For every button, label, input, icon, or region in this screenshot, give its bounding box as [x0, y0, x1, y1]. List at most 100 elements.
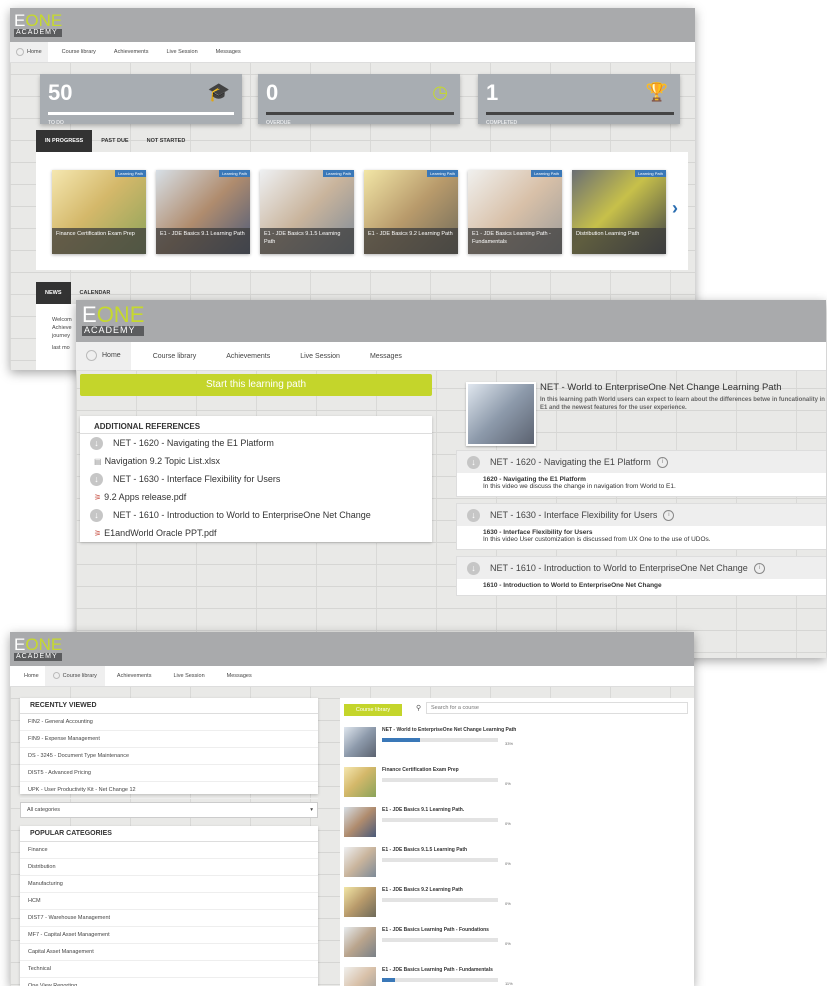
home-icon [86, 349, 97, 361]
course-thumbnail [344, 727, 376, 757]
progress-bar [382, 738, 498, 742]
header: EONE ACADEMY [10, 632, 694, 666]
info-icon[interactable]: i [656, 456, 668, 468]
course-thumbnail [344, 887, 376, 917]
tab-past-due[interactable]: PAST DUE [92, 130, 137, 152]
course-thumbnail [344, 927, 376, 957]
list-item[interactable]: DIST5 - Advanced Pricing [20, 765, 318, 782]
additional-references: ADDITIONAL REFERENCES ↓ NET - 1620 - Navi… [80, 416, 432, 542]
course-thumbnail [344, 767, 376, 797]
ref-file[interactable]: ▤ Navigation 9.2 Topic List.xlsx [80, 452, 432, 470]
ref-module[interactable]: ↓ NET - 1630 - Interface Flexibility for … [80, 470, 432, 488]
header: EONE ACADEMY [10, 8, 695, 42]
info-icon[interactable]: i [753, 562, 765, 574]
main-nav: Home Course library Achievements Live Se… [10, 42, 695, 63]
nav-achievements[interactable]: Achievements [226, 353, 270, 360]
course-thumbnail [344, 807, 376, 837]
progress-bar [382, 858, 498, 862]
list-item[interactable]: FIN2 - General Accounting [20, 714, 318, 731]
popular-categories: POPULAR CATEGORIES Finance Distribution … [20, 826, 318, 986]
course-thumbnail [344, 967, 376, 986]
course-row[interactable]: E1 - JDE Basics 9.2 Learning Path 0% [340, 882, 694, 923]
course-tile[interactable]: Learning Path Distribution Learning Path [572, 170, 666, 254]
nav-achievements[interactable]: Achievements [117, 673, 152, 679]
course-row[interactable]: E1 - JDE Basics Learning Path - Foundati… [340, 922, 694, 963]
search-input[interactable] [426, 702, 688, 714]
list-item[interactable]: DS - 3245 - Document Type Maintenance [20, 748, 318, 765]
stat-card-todo[interactable]: 50 🎓 TO DO [40, 74, 242, 126]
chevron-right-icon[interactable]: › [672, 198, 678, 219]
progress-bar [382, 898, 498, 902]
list-item[interactable]: Distribution [20, 859, 318, 876]
search-icon[interactable]: ⚲ [416, 704, 421, 712]
course-row[interactable]: Finance Certification Exam Prep 0% [340, 762, 694, 803]
nav-messages[interactable]: Messages [216, 49, 241, 55]
ref-file[interactable]: ⚞ E1andWorld Oracle PPT.pdf [80, 524, 432, 542]
nav-home[interactable]: Home [76, 342, 131, 370]
ref-module[interactable]: ↓ NET - 1610 - Introduction to World to E… [80, 506, 432, 524]
list-item[interactable]: Technical [20, 961, 318, 978]
spreadsheet-icon: ▤ [94, 456, 102, 466]
header: EONE ACADEMY [76, 300, 826, 342]
main-nav: Home Course library Achievements Live Se… [10, 666, 694, 687]
nav-live-session[interactable]: Live Session [173, 673, 204, 679]
library-icon [52, 672, 60, 680]
module-section[interactable]: ↓ NET - 1620 - Navigating the E1 Platform… [456, 450, 826, 497]
tab-course-library[interactable]: Course library [344, 704, 402, 716]
nav-messages[interactable]: Messages [227, 673, 252, 679]
course-tile[interactable]: Learning Path E1 - JDE Basics 9.1 Learni… [156, 170, 250, 254]
progress-bar [382, 978, 498, 982]
nav-live-session[interactable]: Live Session [166, 49, 197, 55]
list-item[interactable]: DIST7 - Warehouse Management [20, 910, 318, 927]
course-row[interactable]: E1 - JDE Basics Learning Path - Fundamen… [340, 962, 694, 986]
tab-in-progress[interactable]: IN PROGRESS [36, 130, 93, 152]
course-row[interactable]: NET - World to EnterpriseOne Net Change … [340, 722, 694, 763]
module-section[interactable]: ↓ NET - 1610 - Introduction to World to E… [456, 556, 826, 596]
main-nav: Home Course library Achievements Live Se… [76, 342, 826, 371]
download-icon: ↓ [467, 561, 480, 575]
start-learning-path-button[interactable]: Start this learning path [80, 374, 432, 396]
chevron-down-icon: ▾ [310, 807, 313, 813]
eone-academy-logo: EONE ACADEMY [82, 302, 145, 336]
course-thumbnail [344, 847, 376, 877]
nav-live-session[interactable]: Live Session [300, 353, 340, 360]
stat-card-completed[interactable]: 1 🏆 COMPLETED [478, 74, 680, 126]
tab-not-started[interactable]: NOT STARTED [138, 130, 195, 152]
progress-bar [382, 938, 498, 942]
ref-file[interactable]: ⚞ 9.2 Apps release.pdf [80, 488, 432, 506]
home-icon [16, 47, 24, 56]
nav-home[interactable]: Home [10, 673, 45, 679]
ref-module[interactable]: ↓ NET - 1620 - Navigating the E1 Platform [80, 434, 432, 452]
list-item[interactable]: Capital Asset Management [20, 944, 318, 961]
download-icon: ↓ [90, 436, 103, 450]
course-tile[interactable]: Learning Path E1 - JDE Basics 9.1.5 Lear… [260, 170, 354, 254]
list-item[interactable]: UPK - User Productivity Kit - Net Change… [20, 782, 318, 799]
nav-course-library[interactable]: Course library [153, 353, 197, 360]
stat-card-overdue[interactable]: 0 ◷ OVERDUE [258, 74, 460, 126]
list-item[interactable]: Manufacturing [20, 876, 318, 893]
course-row[interactable]: E1 - JDE Basics 9.1 Learning Path. 0% [340, 802, 694, 843]
course-tile[interactable]: Learning Path Finance Certification Exam… [52, 170, 146, 254]
tab-news[interactable]: NEWS [36, 282, 71, 304]
recently-viewed: RECENTLY VIEWED FIN2 - General Accountin… [20, 698, 318, 799]
nav-course-library[interactable]: Course library [44, 666, 105, 686]
category-select[interactable]: All categories ▾ [20, 802, 318, 818]
nav-messages[interactable]: Messages [370, 353, 402, 360]
learning-path-screenshot: EONE ACADEMY Home Course library Achieve… [76, 300, 826, 658]
course-row[interactable]: E1 - JDE Basics 9.1.5 Learning Path 0% [340, 842, 694, 883]
nav-course-library[interactable]: Course library [62, 49, 96, 55]
nav-home[interactable]: Home [10, 42, 48, 62]
eone-academy-logo: EONE ACADEMY [14, 11, 63, 37]
list-item[interactable]: HCM [20, 893, 318, 910]
nav-achievements[interactable]: Achievements [114, 49, 149, 55]
course-tile[interactable]: Learning Path E1 - JDE Basics 9.2 Learni… [364, 170, 458, 254]
module-section[interactable]: ↓ NET - 1630 - Interface Flexibility for … [456, 503, 826, 550]
list-item[interactable]: One View Reporting [20, 978, 318, 986]
list-item[interactable]: Finance [20, 842, 318, 859]
list-item[interactable]: FIN9 - Expense Management [20, 731, 318, 748]
tiles-panel: Learning Path Finance Certification Exam… [36, 152, 688, 270]
list-item[interactable]: MF7 - Capital Asset Management [20, 927, 318, 944]
course-tile[interactable]: Learning Path E1 - JDE Basics Learning P… [468, 170, 562, 254]
info-icon[interactable]: i [663, 509, 675, 521]
course-library-screenshot: EONE ACADEMY Home Course library Achieve… [10, 632, 694, 986]
